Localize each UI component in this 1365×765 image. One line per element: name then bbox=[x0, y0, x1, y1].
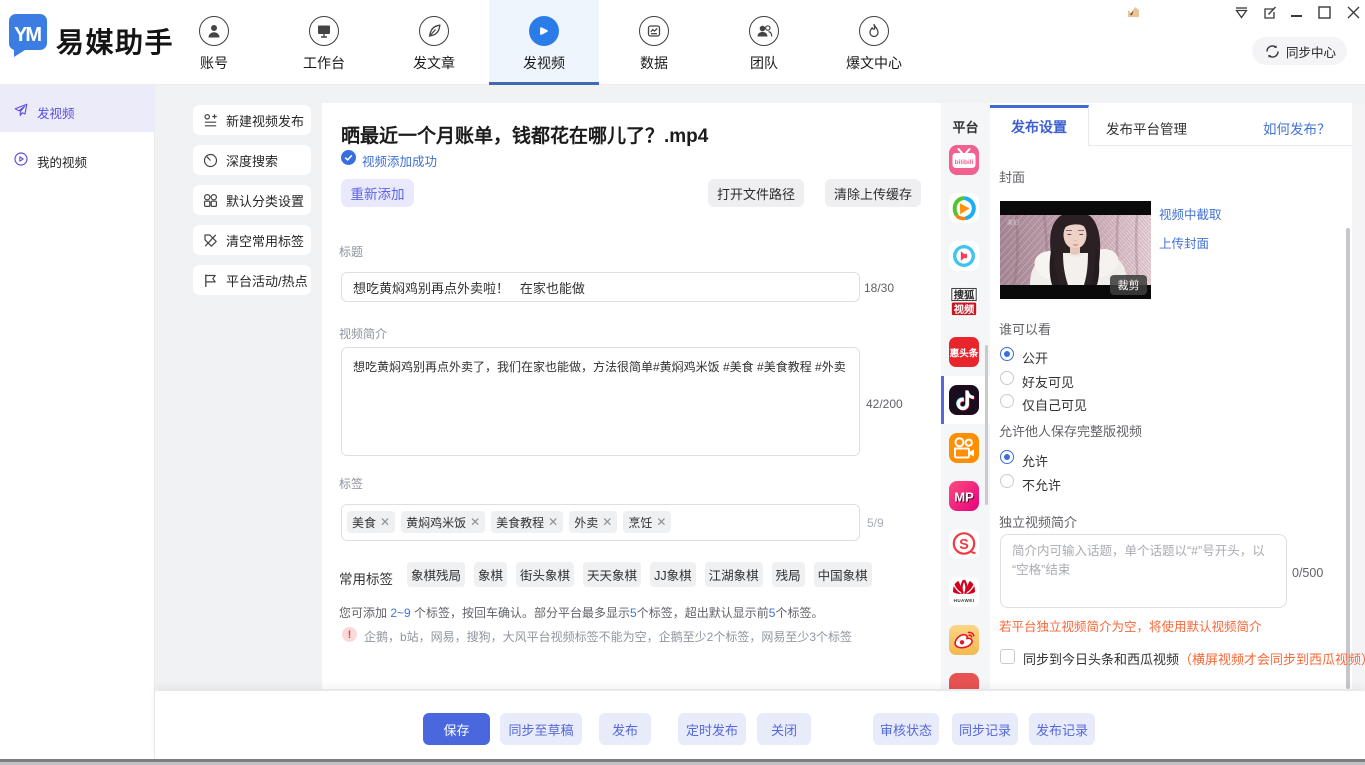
svg-text:S: S bbox=[959, 537, 969, 553]
svg-text:bilibili: bilibili bbox=[955, 159, 974, 166]
svg-text:惠头条: 惠头条 bbox=[950, 348, 979, 360]
svg-text:美拍: 美拍 bbox=[1007, 219, 1019, 227]
svg-text:HUAWEI: HUAWEI bbox=[954, 598, 975, 603]
svg-text:MP: MP bbox=[954, 490, 974, 505]
svg-text:YM: YM bbox=[14, 24, 41, 46]
svg-text:搜狐: 搜狐 bbox=[954, 288, 975, 301]
svg-text:裁剪: 裁剪 bbox=[1118, 278, 1140, 292]
svg-text:视频: 视频 bbox=[954, 303, 975, 316]
